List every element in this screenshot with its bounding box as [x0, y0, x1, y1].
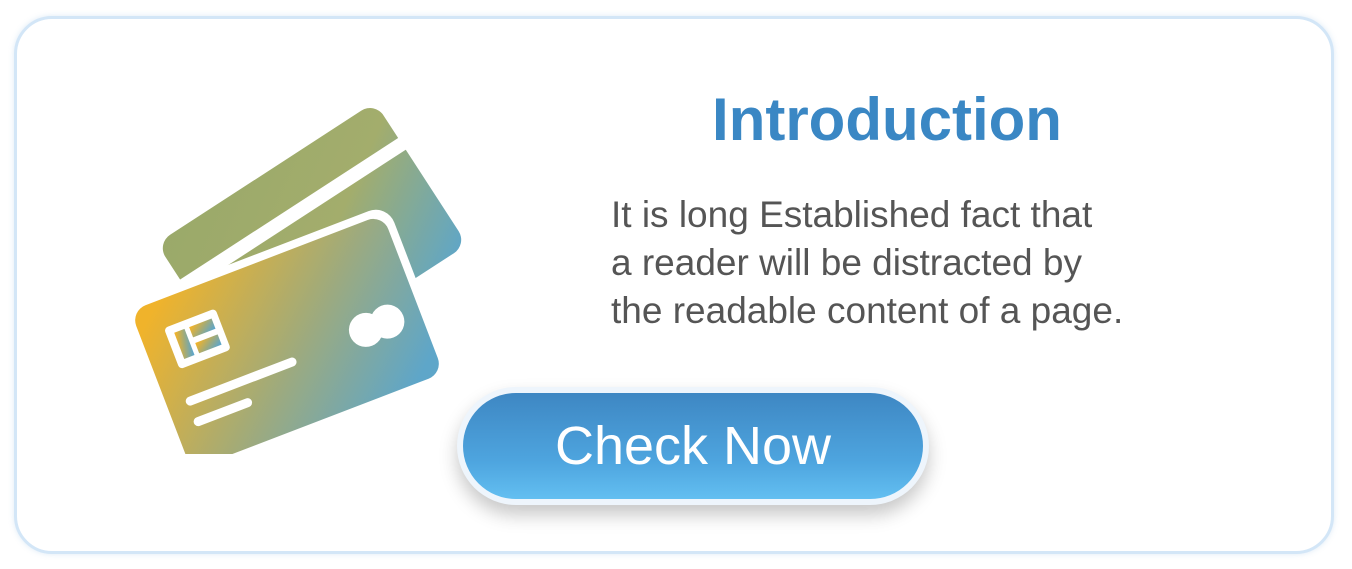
intro-description: It is long Established fact that a reade…: [611, 191, 1251, 335]
intro-card: Introduction It is long Established fact…: [14, 16, 1334, 554]
credit-cards-icon: [126, 108, 462, 454]
intro-description-line: the readable content of a page.: [611, 290, 1124, 331]
intro-description-line: It is long Established fact that: [611, 194, 1093, 235]
intro-description-line: a reader will be distracted by: [611, 242, 1082, 283]
check-now-button[interactable]: Check Now: [463, 393, 923, 499]
intro-title: Introduction: [712, 86, 1062, 153]
check-now-button-frame: Check Now: [457, 387, 929, 505]
